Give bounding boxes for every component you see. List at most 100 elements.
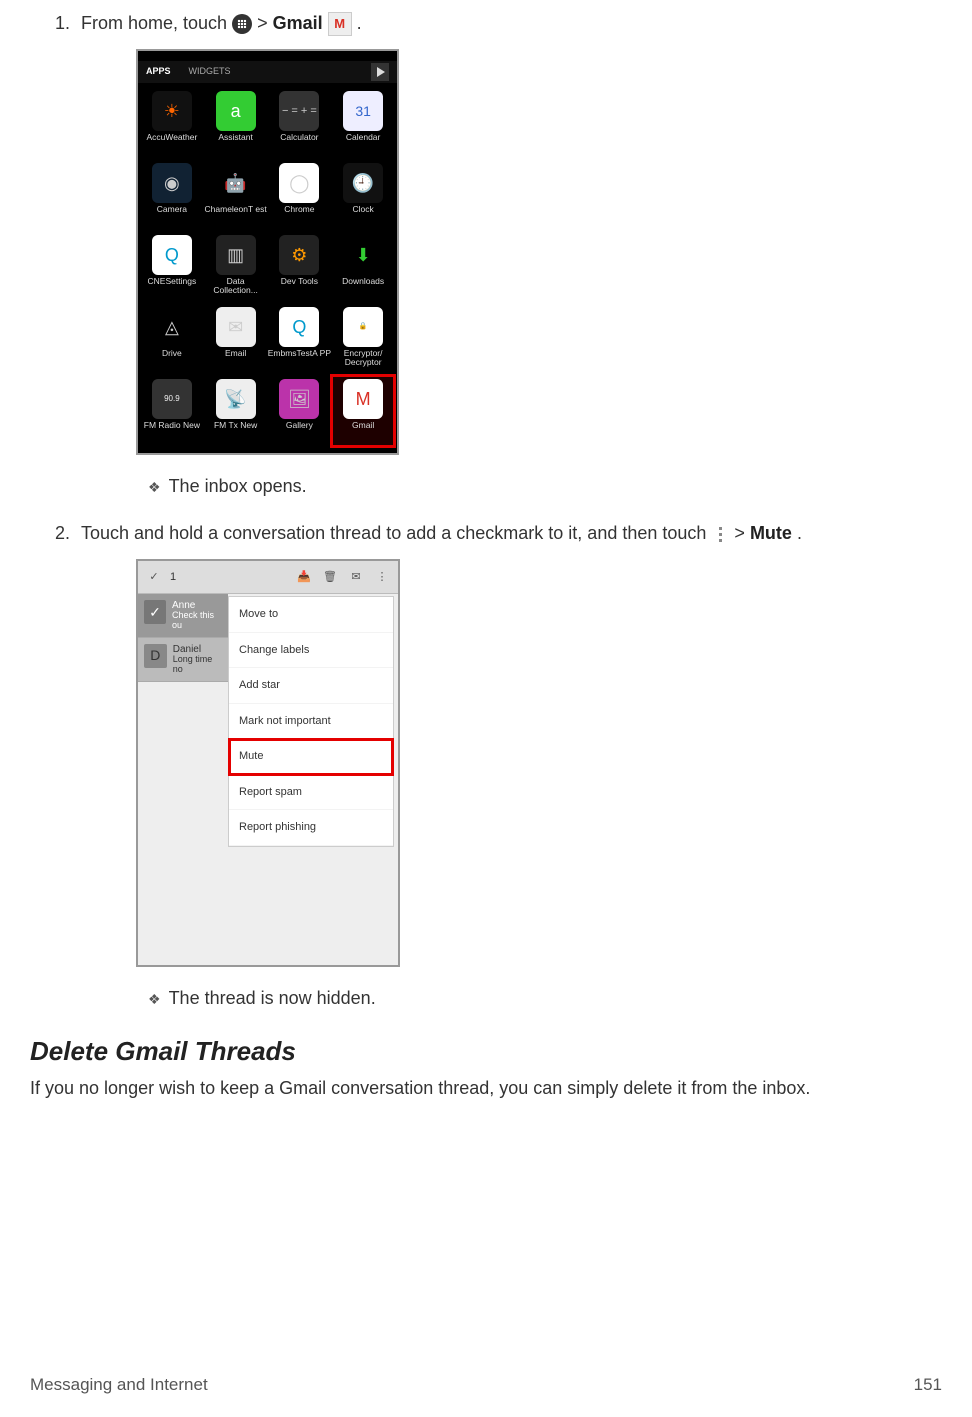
- app-label: Clock: [352, 205, 373, 214]
- app-cnesettings[interactable]: Q CNESettings: [140, 231, 204, 303]
- app-label: Assistant: [218, 133, 253, 142]
- footer-section: Messaging and Internet: [30, 1372, 208, 1398]
- app-gallery[interactable]: 🖼 Gallery: [268, 375, 332, 447]
- gmail-icon: M: [343, 379, 383, 419]
- menu-mute[interactable]: Mute: [229, 739, 393, 775]
- section-body: If you no longer wish to keep a Gmail co…: [30, 1075, 942, 1102]
- drive-icon: ◬: [152, 307, 192, 347]
- step1-gmail: Gmail: [273, 13, 323, 33]
- clock-icon: 🕘: [343, 163, 383, 203]
- app-label: Gmail: [352, 421, 374, 430]
- step1-text-a: From home, touch: [81, 13, 232, 33]
- thread-daniel[interactable]: DDanielLong time no: [138, 638, 228, 682]
- step2-text-a: Touch and hold a conversation thread to …: [81, 523, 711, 543]
- assistant-icon: a: [216, 91, 256, 131]
- app-chrome[interactable]: ◯ Chrome: [268, 159, 332, 231]
- accuweather-icon: ☀: [152, 91, 192, 131]
- app-drive[interactable]: ◬ Drive: [140, 303, 204, 375]
- step2-mute: Mute: [750, 523, 792, 543]
- app-gmail[interactable]: M Gmail: [331, 375, 395, 447]
- app-label: AccuWeather: [146, 133, 197, 142]
- app-fm-radio-new[interactable]: 90.9 FM Radio New: [140, 375, 204, 447]
- app-accuweather[interactable]: ☀ AccuWeather: [140, 87, 204, 159]
- embmstesta-pp-icon: Q: [279, 307, 319, 347]
- chameleont-est-icon: 🤖: [216, 163, 256, 203]
- app-downloads[interactable]: ⬇ Downloads: [331, 231, 395, 303]
- overflow-menu-icon: [711, 523, 729, 545]
- fm-radio-new-icon: 90.9: [152, 379, 192, 419]
- note-thread-hidden: The thread is now hidden.: [166, 985, 942, 1012]
- chrome-icon: ◯: [279, 163, 319, 203]
- app-label: CNESettings: [148, 277, 197, 286]
- screenshot-gmail-menu: ✓ 1 📥 🗑 ✉ ⋮ ✓AnneCheck this ouDDanielLon…: [136, 559, 400, 967]
- step-1: From home, touch > Gmail M . APPS WIDGET…: [75, 10, 942, 500]
- data-collection--icon: ▥: [216, 235, 256, 275]
- app-label: Gallery: [286, 421, 313, 430]
- app-label: FM Tx New: [214, 421, 257, 430]
- menu-report-phishing[interactable]: Report phishing: [229, 810, 393, 846]
- app-label: FM Radio New: [144, 421, 200, 430]
- archive-icon[interactable]: 📥: [294, 567, 314, 587]
- app-email[interactable]: ✉ Email: [204, 303, 268, 375]
- app-label: Chrome: [284, 205, 314, 214]
- calendar-icon: 31: [343, 91, 383, 131]
- encryptor-decryptor-icon: 🔒: [343, 307, 383, 347]
- tab-widgets[interactable]: WIDGETS: [189, 65, 231, 79]
- note-inbox-opens: The inbox opens.: [166, 473, 942, 500]
- app-dev-tools[interactable]: ⚙ Dev Tools: [268, 231, 332, 303]
- menu-add-star[interactable]: Add star: [229, 668, 393, 704]
- app-calendar[interactable]: 31 Calendar: [331, 87, 395, 159]
- menu-mark-not-important[interactable]: Mark not important: [229, 704, 393, 740]
- app-label: Calculator: [280, 133, 318, 142]
- dev-tools-icon: ⚙: [279, 235, 319, 275]
- app-label: Dev Tools: [281, 277, 318, 286]
- app-embmstesta-pp[interactable]: QEmbmsTestA PP: [268, 303, 332, 375]
- app-chameleont-est[interactable]: 🤖 ChameleonT est: [204, 159, 268, 231]
- thread-text: AnneCheck this ou: [172, 600, 222, 631]
- step1-gt: >: [257, 13, 273, 33]
- mail-icon[interactable]: ✉: [346, 567, 366, 587]
- app-clock[interactable]: 🕘 Clock: [331, 159, 395, 231]
- app-data-collection-[interactable]: ▥ Data Collection...: [204, 231, 268, 303]
- app-camera[interactable]: ◉ Camera: [140, 159, 204, 231]
- section-title: Delete Gmail Threads: [30, 1032, 942, 1071]
- screenshot-app-drawer: APPS WIDGETS ☀ AccuWeather a Assistant − = +…: [136, 49, 399, 455]
- step1-suffix: .: [357, 13, 362, 33]
- app-fm-tx-new[interactable]: 📡 FM Tx New: [204, 375, 268, 447]
- app-label: ChameleonT est: [205, 205, 267, 214]
- app-label: Drive: [162, 349, 182, 358]
- delete-icon[interactable]: 🗑: [320, 567, 340, 587]
- fm-tx-new-icon: 📡: [216, 379, 256, 419]
- app-assistant[interactable]: a Assistant: [204, 87, 268, 159]
- step-2: Touch and hold a conversation thread to …: [75, 520, 942, 1012]
- app-calculator[interactable]: − = + =Calculator: [268, 87, 332, 159]
- play-store-icon[interactable]: [371, 63, 389, 81]
- app-label: Encryptor/ Decryptor: [331, 349, 395, 368]
- step2-gt: >: [734, 523, 750, 543]
- apps-icon: [232, 14, 252, 34]
- tab-apps[interactable]: APPS: [146, 65, 171, 79]
- email-icon: ✉: [216, 307, 256, 347]
- avatar: ✓: [144, 600, 166, 624]
- selected-count: 1: [170, 569, 176, 586]
- thread-anne[interactable]: ✓AnneCheck this ou: [138, 594, 228, 638]
- app-label: Calendar: [346, 133, 381, 142]
- gmail-icon: M: [328, 12, 352, 36]
- avatar: D: [144, 644, 167, 668]
- gallery-icon: 🖼: [279, 379, 319, 419]
- app-encryptor-decryptor[interactable]: 🔒 Encryptor/ Decryptor: [331, 303, 395, 375]
- app-label: Camera: [157, 205, 187, 214]
- menu-move-to[interactable]: Move to: [229, 597, 393, 633]
- downloads-icon: ⬇: [343, 235, 383, 275]
- app-label: Downloads: [342, 277, 384, 286]
- overflow-icon[interactable]: ⋮: [372, 567, 392, 587]
- menu-change-labels[interactable]: Change labels: [229, 633, 393, 669]
- menu-report-spam[interactable]: Report spam: [229, 775, 393, 811]
- cnesettings-icon: Q: [152, 235, 192, 275]
- thread-text: DanielLong time no: [173, 644, 222, 675]
- done-icon[interactable]: ✓: [144, 567, 164, 587]
- app-label: Data Collection...: [204, 277, 268, 296]
- step2-suffix: .: [797, 523, 802, 543]
- camera-icon: ◉: [152, 163, 192, 203]
- app-label: Email: [225, 349, 246, 358]
